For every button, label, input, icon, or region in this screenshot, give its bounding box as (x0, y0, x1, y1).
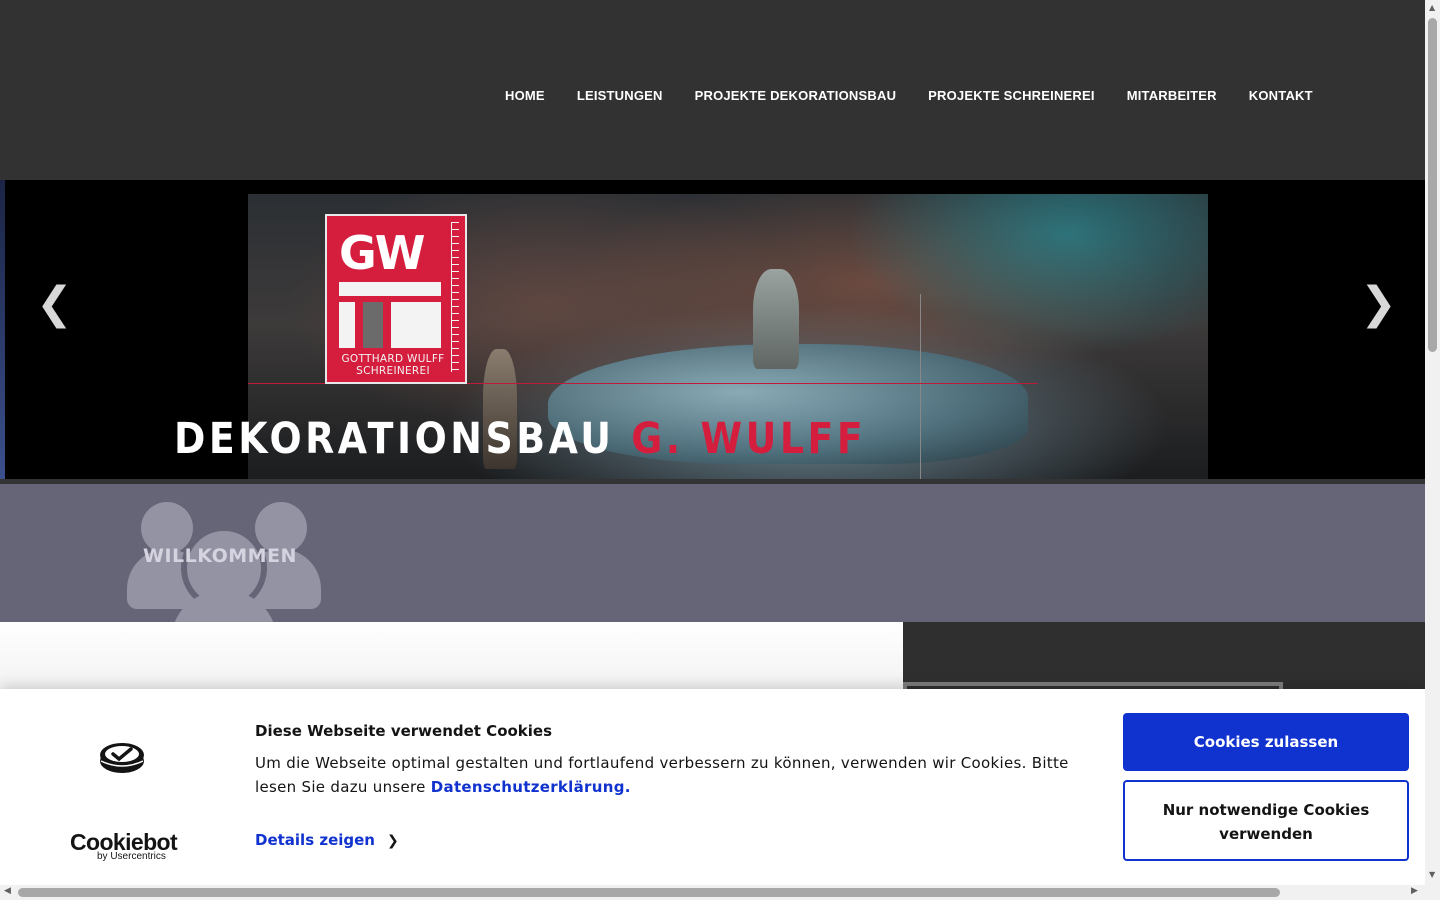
vertical-scroll-thumb[interactable] (1428, 18, 1437, 352)
horizontal-scrollbar[interactable]: ◀ ▶ (0, 885, 1440, 900)
logo-column (391, 302, 441, 348)
logo-initials: GW (339, 226, 425, 280)
nav-home[interactable]: HOME (505, 88, 545, 103)
scroll-right-icon[interactable]: ▶ (1411, 886, 1418, 896)
nav-mitarbeiter[interactable]: MITARBEITER (1127, 88, 1217, 103)
stage-pole (920, 294, 921, 479)
company-logo: GW GOTTHARD WULFF SCHREINEREI (325, 214, 467, 384)
stage-figure-standing (753, 269, 799, 369)
details-toggle[interactable]: Details zeigen ❯ (255, 831, 399, 849)
page: HOME LEISTUNGEN PROJEKTE DEKORATIONSBAU … (0, 0, 1440, 900)
vertical-scrollbar[interactable]: ▲ ▼ (1425, 0, 1440, 885)
nav-projekte-dekorationsbau[interactable]: PROJEKTE DEKORATIONSBAU (695, 88, 897, 103)
scroll-down-icon[interactable]: ▼ (1429, 870, 1435, 879)
nav-leistungen[interactable]: LEISTUNGEN (577, 88, 663, 103)
logo-column (363, 302, 383, 348)
content-main (0, 622, 903, 692)
logo-column (339, 302, 355, 348)
cookiebot-brand-sub: by Usercentrics (97, 851, 166, 862)
slider-next-arrow-icon[interactable]: ❯ (1360, 282, 1397, 326)
content-sidebar (903, 622, 1425, 692)
site-header: HOME LEISTUNGEN PROJEKTE DEKORATIONSBAU … (0, 0, 1425, 180)
necessary-cookies-button[interactable]: Nur notwendige Cookies verwenden (1123, 780, 1409, 861)
slide-title: DEKORATIONSBAU G. WULFF (174, 414, 866, 464)
cookie-banner: Cookiebot by Usercentrics Diese Webseite… (0, 689, 1425, 885)
welcome-band: WILLKOMMEN (0, 484, 1425, 622)
allow-cookies-button[interactable]: Cookies zulassen (1123, 713, 1409, 771)
nav-kontakt[interactable]: KONTAKT (1249, 88, 1313, 103)
previous-slide-edge (0, 180, 5, 479)
details-label: Details zeigen (255, 831, 375, 849)
slider-prev-arrow-icon[interactable]: ❮ (36, 282, 73, 326)
scroll-left-icon[interactable]: ◀ (4, 886, 11, 896)
slide-title-main: DEKORATIONSBAU (174, 414, 632, 464)
horizontal-scroll-thumb[interactable] (18, 888, 1280, 897)
slide-title-accent: G. WULFF (631, 414, 867, 464)
cookie-text: Um die Webseite optimal gestalten und fo… (255, 751, 1115, 799)
privacy-policy-link[interactable]: Datenschutzerklärung. (431, 778, 631, 796)
logo-line-2: SCHREINEREI (356, 365, 430, 377)
logo-line-1: GOTTHARD WULFF (341, 353, 445, 365)
scroll-up-icon[interactable]: ▲ (1429, 3, 1435, 12)
logo-ruler (451, 222, 459, 372)
nav-projekte-schreinerei[interactable]: PROJEKTE SCHREINEREI (928, 88, 1095, 103)
cookiebot-logo-icon (100, 743, 144, 773)
welcome-label: WILLKOMMEN (143, 545, 297, 567)
main-nav: HOME LEISTUNGEN PROJEKTE DEKORATIONSBAU … (505, 88, 1345, 103)
logo-subtitle: GOTTHARD WULFF SCHREINEREI (337, 353, 449, 377)
chevron-right-icon: ❯ (387, 833, 399, 849)
cookie-heading: Diese Webseite verwendet Cookies (255, 722, 553, 740)
cookie-text-body: Um die Webseite optimal gestalten und fo… (255, 754, 1069, 796)
logo-bar (339, 282, 441, 296)
